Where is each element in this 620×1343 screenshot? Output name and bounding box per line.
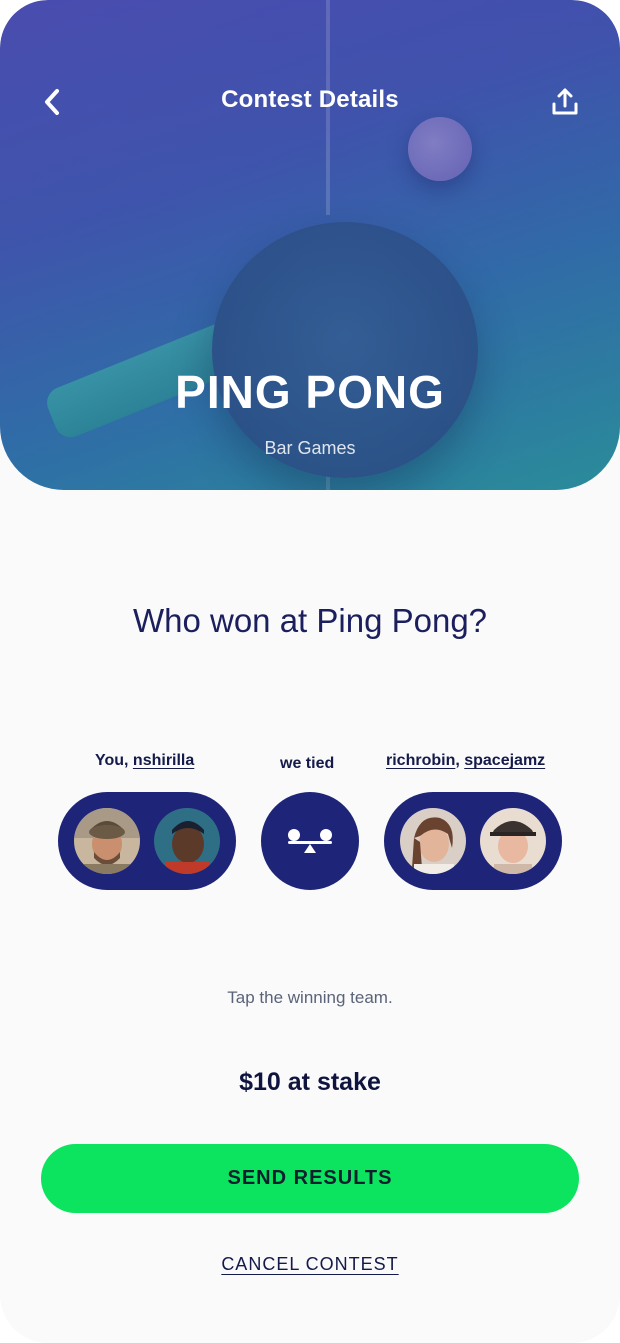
share-button[interactable] [545, 82, 585, 122]
share-upload-icon [552, 88, 578, 115]
balance-scale-icon [288, 829, 332, 853]
avatar [74, 808, 140, 874]
team-left-button[interactable] [58, 792, 236, 890]
cancel-contest-row: CANCEL CONTEST [0, 1254, 620, 1275]
winner-question: Who won at Ping Pong? [132, 602, 488, 639]
member-link-nshirilla[interactable]: nshirilla [133, 752, 194, 769]
game-category: Bar Games [264, 438, 356, 458]
avatar [154, 808, 220, 874]
game-name: PING PONG [175, 366, 445, 418]
hero-banner: Contest Details PING PONG Bar Games [0, 0, 620, 490]
send-results-button[interactable]: SEND RESULTS [41, 1144, 579, 1213]
team-right-label: richrobin, spacejamz [386, 752, 545, 770]
team-left-label: You, nshirilla [95, 752, 194, 770]
member-link-spacejamz[interactable]: spacejamz [464, 752, 545, 769]
tap-hint: Tap the winning team. [227, 988, 393, 1007]
stake-amount: $10 at stake [239, 1068, 381, 1096]
page-title: Contest Details [221, 86, 399, 113]
team-left-prefix: You, [95, 752, 133, 769]
member-link-richrobin[interactable]: richrobin [386, 752, 455, 769]
contest-details-screen: Contest Details PING PONG Bar Games Who … [0, 0, 620, 1343]
avatar [480, 808, 546, 874]
team-right-button[interactable] [384, 792, 562, 890]
cancel-contest-link[interactable]: CANCEL CONTEST [221, 1254, 398, 1274]
send-results-label: SEND RESULTS [227, 1167, 393, 1189]
tie-button[interactable] [261, 792, 359, 890]
team-right-separator: , [455, 752, 465, 769]
avatar [400, 808, 466, 874]
tie-label: we tied [280, 755, 335, 772]
